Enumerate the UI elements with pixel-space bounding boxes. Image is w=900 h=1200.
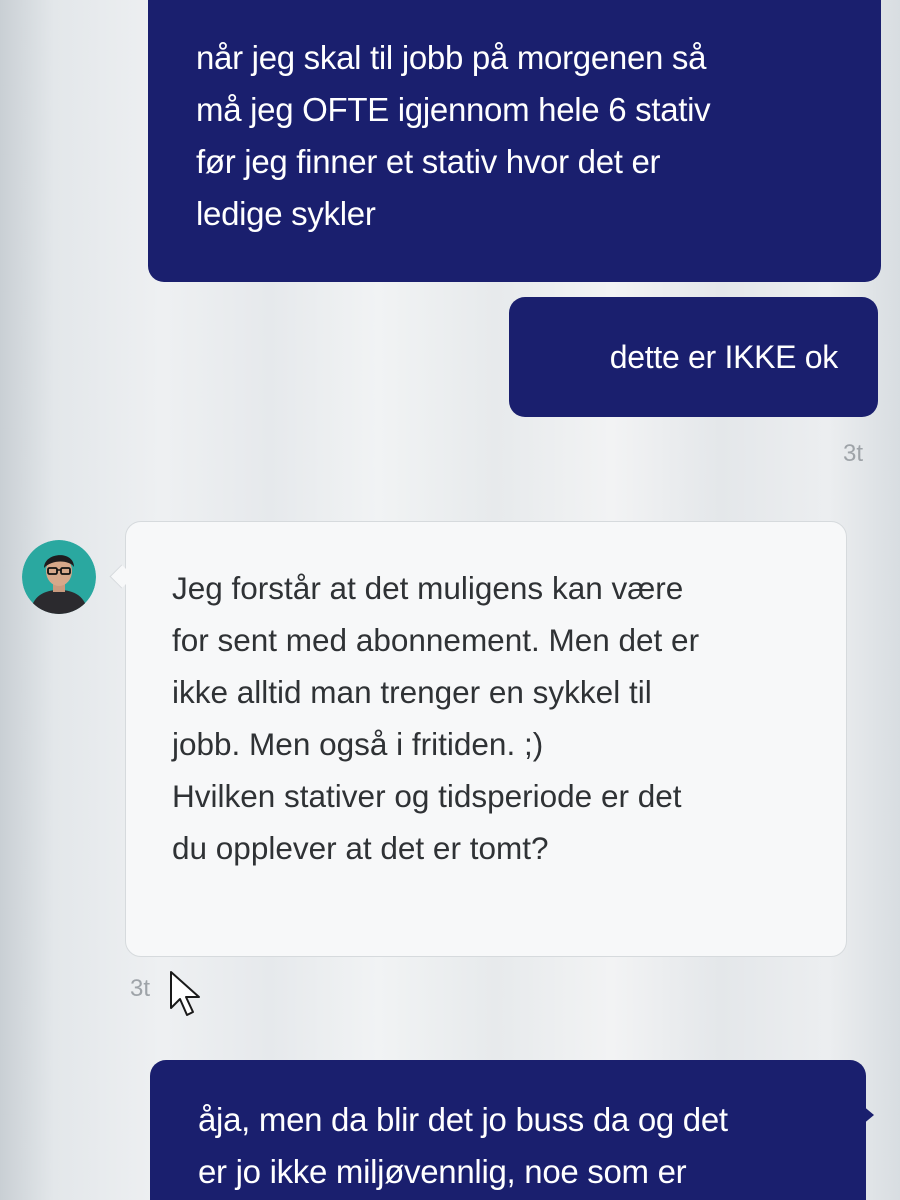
message-line: Hvilken stativer og tidsperiode er det (172, 778, 682, 814)
message-line: jobb. Men også i fritiden. ;) (172, 726, 544, 762)
message-line: du opplever at det er tomt? (172, 830, 549, 866)
message-line: Jeg forstår at det muligens kan være (172, 570, 684, 606)
mouse-pointer-icon (168, 970, 208, 1022)
outgoing-message: dette er IKKE ok (509, 297, 878, 417)
outgoing-message: åja, men da blir det jo buss da og det e… (150, 1060, 866, 1200)
message-line: for sent med abonnement. Men det er (172, 622, 700, 658)
message-line: ikke alltid man trenger en sykkel til (172, 674, 652, 710)
message-line: åja, men da blir det jo buss da og det (198, 1101, 728, 1138)
outgoing-bubble-tail (862, 1105, 874, 1125)
message-line: dette er IKKE ok (609, 339, 839, 375)
message-line: før jeg finner et stativ hvor det er (196, 143, 661, 180)
message-line: må jeg OFTE igjennom hele 6 stativ (196, 91, 711, 128)
message-line: er jo ikke miljøvennlig, noe som er (198, 1153, 687, 1190)
incoming-message: Jeg forstår at det muligens kan være for… (125, 521, 847, 957)
message-timestamp: 3t (843, 440, 864, 467)
message-line: når jeg skal til jobb på morgenen så (196, 39, 707, 76)
agent-avatar-icon (22, 540, 96, 614)
message-line: ledige sykler (196, 195, 376, 232)
outgoing-message: når jeg skal til jobb på morgenen så må … (148, 0, 881, 282)
message-timestamp: 3t (130, 975, 151, 1002)
